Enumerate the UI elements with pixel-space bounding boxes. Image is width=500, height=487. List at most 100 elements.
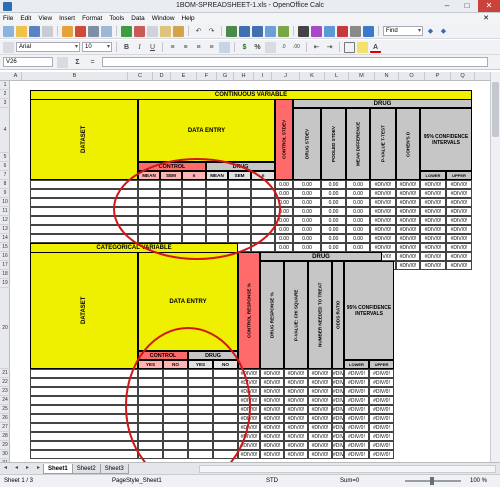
- data-entry-cell[interactable]: [228, 207, 251, 216]
- data-entry-cell[interactable]: [213, 450, 238, 459]
- data-entry-cell[interactable]: [163, 396, 188, 405]
- row-header[interactable]: 21: [0, 369, 10, 378]
- data-entry-cell[interactable]: [228, 234, 251, 243]
- tab-sheet2[interactable]: Sheet2: [71, 463, 101, 474]
- row-header[interactable]: 15: [0, 243, 10, 252]
- column-header[interactable]: C: [128, 72, 153, 81]
- data-entry-cell[interactable]: [163, 450, 188, 459]
- data-entry-cell[interactable]: [213, 396, 238, 405]
- print-icon[interactable]: [88, 25, 99, 37]
- data-entry-cell[interactable]: [188, 396, 213, 405]
- data-entry-cell[interactable]: [163, 387, 188, 396]
- row-header[interactable]: 8: [0, 180, 10, 189]
- data-entry-cell[interactable]: [138, 405, 163, 414]
- data-entry-cell[interactable]: [163, 369, 188, 378]
- data-entry-cell[interactable]: [206, 234, 228, 243]
- row-header[interactable]: 26: [0, 414, 10, 423]
- dataset-cell[interactable]: [30, 216, 138, 225]
- row-header[interactable]: 20: [0, 288, 10, 369]
- row-header[interactable]: 16: [0, 252, 10, 261]
- row-header[interactable]: 9: [0, 189, 10, 198]
- data-entry-cell[interactable]: [213, 378, 238, 387]
- redo-icon[interactable]: ↷: [206, 26, 217, 37]
- row-header[interactable]: 25: [0, 405, 10, 414]
- add-decimal-icon[interactable]: .0: [278, 42, 289, 53]
- row-header[interactable]: 19: [0, 279, 10, 288]
- row-header[interactable]: 6: [0, 162, 10, 171]
- column-header[interactable]: O: [399, 72, 425, 81]
- datasources-icon[interactable]: [337, 25, 348, 37]
- row-header[interactable]: 11: [0, 207, 10, 216]
- dataset-cell[interactable]: [30, 378, 138, 387]
- tab-sheet1[interactable]: Sheet1: [43, 463, 73, 474]
- background-color-icon[interactable]: [357, 41, 368, 53]
- data-entry-cell[interactable]: [182, 189, 206, 198]
- data-entry-cell[interactable]: [138, 432, 163, 441]
- font-size-select[interactable]: 10: [82, 42, 112, 52]
- dataset-cell[interactable]: [30, 450, 138, 459]
- sort-ascending-icon[interactable]: [239, 25, 250, 37]
- new-document-icon[interactable]: [3, 25, 14, 37]
- dataset-cell[interactable]: [30, 423, 138, 432]
- column-header[interactable]: J: [272, 72, 300, 81]
- data-entry-cell[interactable]: [182, 180, 206, 189]
- data-entry-cell[interactable]: [251, 243, 275, 252]
- format-paintbrush-icon[interactable]: [173, 25, 184, 37]
- row-header[interactable]: 13: [0, 225, 10, 234]
- data-entry-cell[interactable]: [138, 387, 163, 396]
- column-header[interactable]: P: [425, 72, 451, 81]
- row-header[interactable]: 18: [0, 270, 10, 279]
- data-entry-cell[interactable]: [182, 225, 206, 234]
- font-name-select[interactable]: Arial: [16, 42, 80, 52]
- column-header[interactable]: N: [375, 72, 399, 81]
- currency-icon[interactable]: $: [239, 42, 250, 53]
- row-header[interactable]: 12: [0, 216, 10, 225]
- data-entry-cell[interactable]: [251, 189, 275, 198]
- row-header[interactable]: 7: [0, 171, 10, 180]
- data-entry-cell[interactable]: [251, 198, 275, 207]
- chart-icon[interactable]: [265, 25, 276, 37]
- row-header[interactable]: 10: [0, 198, 10, 207]
- data-entry-cell[interactable]: [182, 234, 206, 243]
- column-header[interactable]: A: [10, 72, 22, 81]
- justify-icon[interactable]: ≡: [206, 42, 217, 53]
- menu-view[interactable]: View: [38, 15, 52, 22]
- name-box[interactable]: V26: [3, 57, 53, 67]
- dataset-cell[interactable]: [30, 234, 138, 243]
- menu-help[interactable]: Help: [181, 15, 194, 22]
- align-center-icon[interactable]: ≡: [180, 42, 191, 53]
- minimize-button[interactable]: –: [438, 0, 456, 12]
- menu-window[interactable]: Window: [152, 15, 175, 22]
- menu-edit[interactable]: Edit: [20, 15, 31, 22]
- dataset-cell[interactable]: [30, 405, 138, 414]
- function-icon[interactable]: =: [87, 57, 98, 68]
- find-previous-icon[interactable]: ◆: [438, 26, 449, 37]
- data-entry-cell[interactable]: [160, 180, 182, 189]
- data-entry-cell[interactable]: [138, 450, 163, 459]
- data-entry-cell[interactable]: [160, 207, 182, 216]
- row-header[interactable]: 24: [0, 396, 10, 405]
- dataset-cell[interactable]: [30, 225, 138, 234]
- row-header[interactable]: 17: [0, 261, 10, 270]
- zoom-slider-thumb[interactable]: [430, 477, 434, 485]
- zoom-icon[interactable]: [350, 25, 361, 37]
- cut-icon[interactable]: [134, 25, 145, 37]
- data-entry-cell[interactable]: [160, 189, 182, 198]
- function-wizard-icon[interactable]: [57, 56, 68, 68]
- data-entry-cell[interactable]: [160, 225, 182, 234]
- data-entry-cell[interactable]: [213, 441, 238, 450]
- prev-sheet-icon[interactable]: ◂: [11, 463, 22, 474]
- data-entry-cell[interactable]: [206, 207, 228, 216]
- row-header[interactable]: 22: [0, 378, 10, 387]
- data-entry-cell[interactable]: [206, 180, 228, 189]
- undo-icon[interactable]: ↶: [193, 26, 204, 37]
- data-entry-cell[interactable]: [138, 414, 163, 423]
- save-icon[interactable]: [29, 25, 40, 37]
- sum-icon[interactable]: Σ: [72, 57, 83, 68]
- open-icon[interactable]: [16, 25, 27, 37]
- paste-icon[interactable]: [160, 25, 171, 37]
- spreadsheet-grid[interactable]: CONTINUOUS VARIABLE DATASET DATA ENTRY C…: [10, 81, 490, 462]
- row-header[interactable]: 3: [0, 99, 10, 108]
- data-entry-cell[interactable]: [188, 414, 213, 423]
- data-entry-cell[interactable]: [206, 189, 228, 198]
